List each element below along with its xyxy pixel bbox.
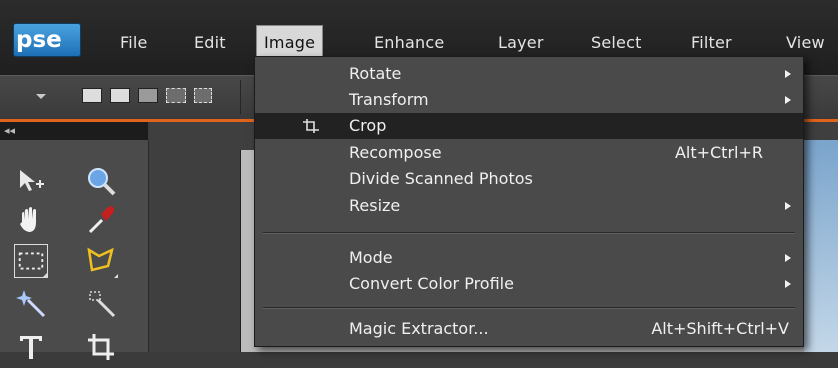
subtract-selection-icon[interactable] <box>138 88 158 103</box>
eyedropper-tool-icon[interactable] <box>84 202 118 236</box>
menu-item-recompose[interactable]: Recompose Alt+Ctrl+R <box>255 140 803 166</box>
tool-preset-dropdown-icon[interactable] <box>36 94 46 99</box>
menu-edit[interactable]: Edit <box>194 32 226 60</box>
menu-item-rotate[interactable]: Rotate <box>255 61 803 87</box>
crop-icon <box>303 119 319 133</box>
menu-item-convert-color-profile[interactable]: Convert Color Profile <box>255 271 803 297</box>
photo-preview <box>804 140 838 352</box>
quick-selection-tool-icon[interactable] <box>84 286 118 320</box>
menu-item-label: Mode <box>349 248 393 267</box>
menu-item-divide-scanned-photos[interactable]: Divide Scanned Photos <box>255 166 803 192</box>
menu-file[interactable]: File <box>120 32 148 60</box>
menu-item-resize[interactable]: Resize <box>255 193 803 219</box>
hand-tool-icon[interactable] <box>14 202 48 236</box>
tool-submenu-indicator <box>43 273 47 277</box>
add-selection-icon[interactable] <box>110 88 130 103</box>
zoom-tool-icon[interactable] <box>84 164 118 198</box>
image-menu-dropdown: Rotate Transform Crop Recompose Alt+Ctrl… <box>254 56 804 347</box>
menu-item-label: Rotate <box>349 64 402 83</box>
submenu-arrow-icon <box>785 254 791 262</box>
lasso-tool-icon[interactable] <box>84 244 118 278</box>
submenu-arrow-icon <box>785 202 791 210</box>
selection-mode-icon[interactable] <box>194 88 212 103</box>
submenu-arrow-icon <box>785 96 791 104</box>
menu-item-shortcut: Alt+Ctrl+R <box>674 143 763 162</box>
menu-item-transform[interactable]: Transform <box>255 87 803 113</box>
menu-item-label: Transform <box>349 90 429 109</box>
new-selection-icon[interactable] <box>82 88 102 103</box>
menu-item-label: Crop <box>349 116 387 135</box>
menu-item-label: Divide Scanned Photos <box>349 169 533 188</box>
type-tool-icon[interactable] <box>14 330 48 364</box>
menu-item-label: Recompose <box>349 143 442 162</box>
menu-item-magic-extractor[interactable]: Magic Extractor... Alt+Shift+Ctrl+V <box>255 316 803 342</box>
magic-wand-tool-icon[interactable] <box>14 286 48 320</box>
menu-item-crop[interactable]: Crop <box>255 113 803 139</box>
submenu-arrow-icon <box>785 280 791 288</box>
menu-item-label: Magic Extractor... <box>349 319 489 338</box>
menu-separator <box>263 307 795 309</box>
menu-item-mode[interactable]: Mode <box>255 245 803 271</box>
menu-separator <box>263 232 795 234</box>
move-tool-icon[interactable] <box>14 164 48 198</box>
tools-panel <box>0 140 149 360</box>
tool-submenu-indicator <box>114 274 118 278</box>
menu-item-label: Convert Color Profile <box>349 274 514 293</box>
menu-item-shortcut: Alt+Shift+Ctrl+V <box>651 319 789 338</box>
toolbar-divider <box>240 80 241 114</box>
crop-tool-icon[interactable] <box>84 330 118 364</box>
app-logo: pse <box>13 23 81 57</box>
submenu-arrow-icon <box>785 70 791 78</box>
intersect-selection-icon[interactable] <box>166 88 186 103</box>
marquee-tool-icon[interactable] <box>14 244 48 278</box>
tool-panel-header[interactable]: ◂◂ <box>0 122 148 140</box>
menu-item-label: Resize <box>349 196 401 215</box>
